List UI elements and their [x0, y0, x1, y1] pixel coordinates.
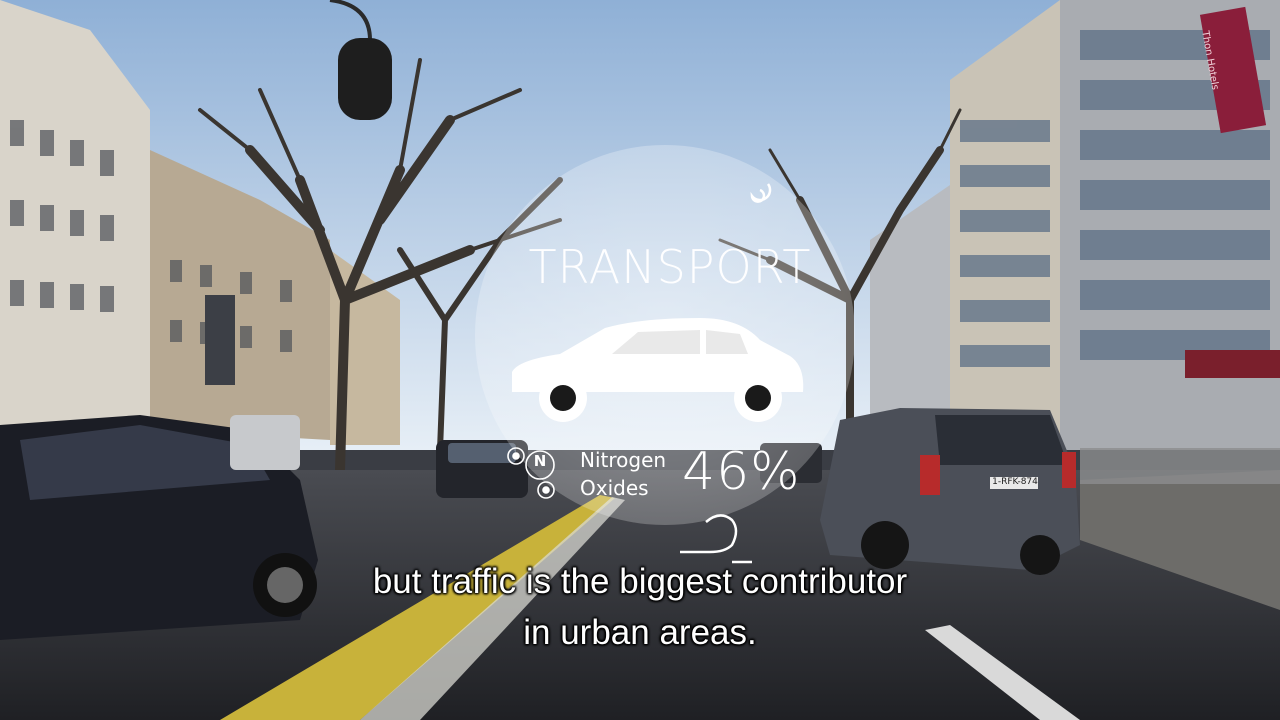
molecule-symbol: N — [533, 452, 547, 470]
fence-right — [1080, 448, 1280, 484]
suv-right — [820, 408, 1080, 575]
pollutant-name-line1: Nitrogen — [580, 448, 667, 472]
pollutant-name-line2: Oxides — [580, 476, 649, 500]
subtitle-line-1: but traffic is the biggest contributor — [372, 562, 908, 601]
subtitle-line-2: in urban areas. — [523, 613, 757, 652]
white-van-left — [230, 415, 300, 470]
license-plate: 1-RFK-874 — [992, 477, 1038, 487]
street-scene-photo — [0, 0, 1280, 720]
infographic-title: TRANSPORT — [528, 240, 812, 294]
pollutant-percentage: 46% — [682, 442, 801, 502]
